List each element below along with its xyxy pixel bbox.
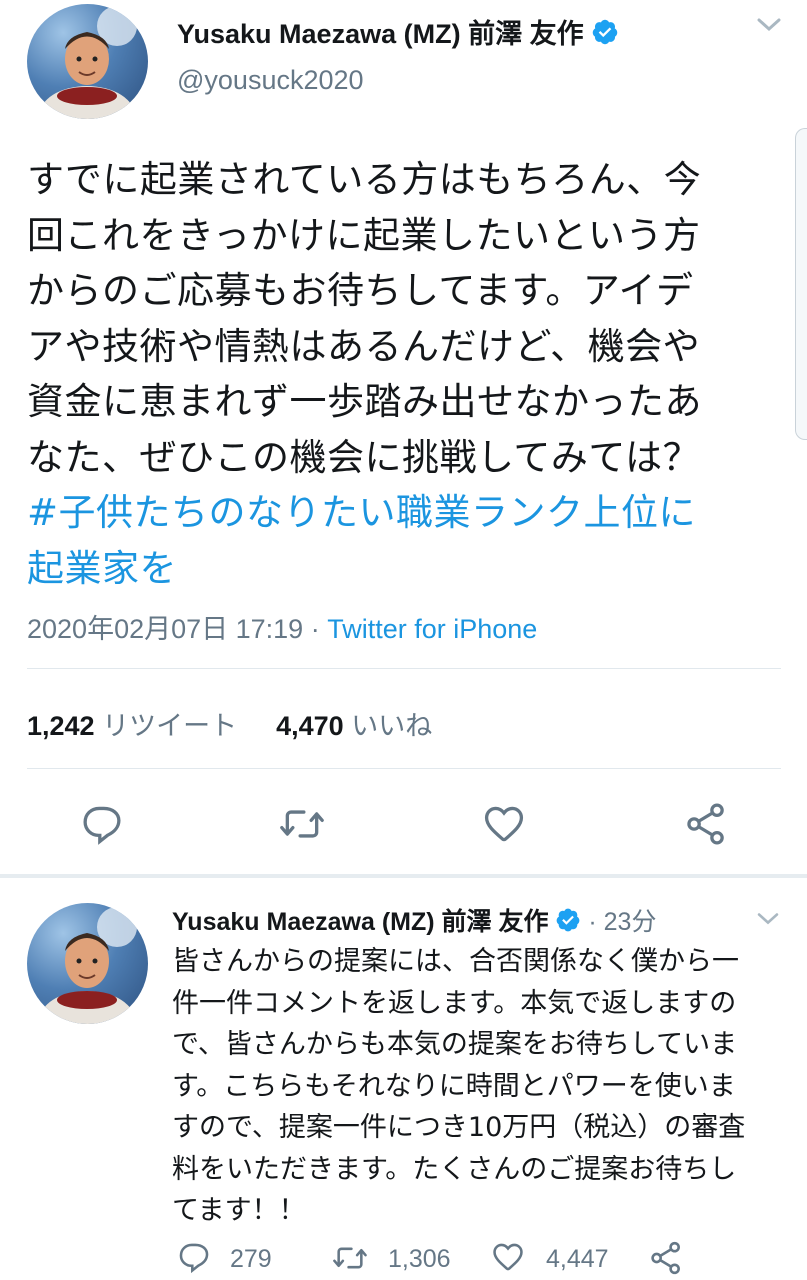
divider [27,768,781,769]
tweet-text-line: なた、ぜひこの機会に挑戦してみては？ [27,435,701,479]
reply-count: 279 [230,1245,272,1273]
reply-icon[interactable] [80,802,124,846]
hashtag-line[interactable]: #子供たちのなりたい職業ランク上位に [27,485,792,541]
chevron-down-icon[interactable] [756,16,782,38]
retweets-stat[interactable]: 1,242 リツイート [27,711,237,741]
reply-text-line: すので、提案一件につき10万円（税込）の審査 [172,1112,746,1143]
reply-text-line: 件一件コメントを返します。本気で返しますの [172,987,737,1019]
verified-badge-icon [591,18,619,53]
reply-text: 皆さんからの提案には、合否関係なく僕から一 件一件コメントを返します。本気で返し… [172,941,792,1232]
like-count: 4,447 [546,1245,609,1273]
share-icon[interactable] [684,801,728,847]
reply-text-line: で、皆さんからも本気の提案をお待ちしていま [172,1029,738,1060]
tweet-meta: 2020年02月07日 17:19 · Twitter for iPhone [27,607,537,646]
reply-avatar[interactable] [27,903,148,1024]
author-name[interactable]: Yusaku Maezawa (MZ) 前澤 友作 [177,12,619,53]
heart-icon[interactable] [482,802,526,846]
tweet-text-line: アや技術や情熱はあるんだけど、機会や [27,324,701,368]
tweet-stats: 1,242 リツイート 4,470 いいね [27,704,432,743]
likes-label: いいね [351,711,433,741]
likes-stat[interactable]: 4,470 いいね [276,711,432,741]
tweet-text-line: からのご応募もお待ちしてます。アイデ [27,269,694,312]
hashtag-line[interactable]: 起業家を [27,541,792,597]
reply-text-line: 料をいただきます。たくさんのご提案お待ちし [172,1153,737,1185]
retweet-icon[interactable] [330,1241,370,1275]
retweets-count: 1,242 [27,711,95,741]
reply-text-line: 皆さんからの提案には、合否関係なく僕から一 [172,946,739,977]
retweets-label: リツイート [102,711,238,741]
tweet-text-line: 資金に恵まれず一歩踏み出せなかったあ [27,380,702,423]
chevron-down-icon[interactable] [756,911,780,931]
share-icon[interactable] [648,1240,684,1276]
divider [27,668,781,669]
author-handle[interactable]: @yousuck2020 [177,65,364,96]
tweet-text-line: 回これをきっかけに起業したいという方 [27,213,701,257]
reply-text-line: す。こちらもそれなりに時間とパワーを使いま [172,1070,736,1102]
verified-badge-icon [555,907,581,940]
retweet-count: 1,306 [388,1245,451,1273]
reply-author-name[interactable]: Yusaku Maezawa (MZ) 前澤 友作 · 23分 [172,902,656,940]
reply-time[interactable]: · 23分 [588,908,656,936]
scrollbar-thumb[interactable] [795,128,807,440]
hashtag-link[interactable]: #子供たちのなりたい職業ランク上位に 起業家を [27,485,792,596]
author-name-text: Yusaku Maezawa (MZ) 前澤 友作 [177,19,584,49]
reply-text-line: てます！！ [172,1195,306,1226]
section-separator [0,874,807,878]
avatar[interactable] [27,4,148,119]
heart-icon[interactable] [490,1240,526,1274]
reply-author-name-text: Yusaku Maezawa (MZ) 前澤 友作 [172,908,549,936]
meta-separator: · [303,614,328,644]
tweet-text-line: すでに起業されている方はもちろん、今 [27,158,702,201]
tweet-source-link[interactable]: Twitter for iPhone [327,614,537,644]
likes-count: 4,470 [276,711,344,741]
reply-icon[interactable] [176,1240,212,1274]
retweet-icon[interactable] [278,802,326,846]
tweet-timestamp[interactable]: 2020年02月07日 17:19 [27,614,303,644]
tweet-text: すでに起業されている方はもちろん、今 回これをきっかけに起業したいという方 から… [27,152,792,596]
